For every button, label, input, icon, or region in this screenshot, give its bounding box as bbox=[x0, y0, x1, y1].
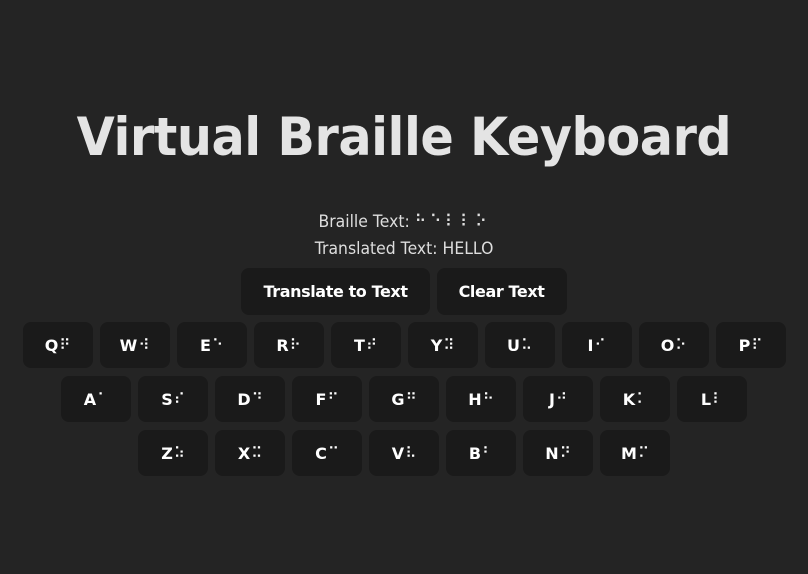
key-letter: N bbox=[545, 443, 559, 463]
key-z[interactable]: Z ⠵ bbox=[138, 430, 208, 476]
key-braille-glyph: ⠽ bbox=[443, 336, 455, 354]
translate-button[interactable]: Translate to Text bbox=[241, 268, 430, 315]
key-braille-glyph: ⠁ bbox=[97, 390, 109, 408]
key-braille-glyph: ⠝ bbox=[559, 444, 571, 462]
keyboard-row-1: Q ⠟ W ⠺ E ⠑ R ⠗ T ⠞ Y ⠽ U ⠥ I ⠊ O ⠕ P ⠏ bbox=[22, 322, 786, 368]
key-braille-glyph: ⠑ bbox=[211, 336, 223, 354]
key-braille-glyph: ⠺ bbox=[138, 336, 150, 354]
key-letter: U bbox=[507, 335, 520, 355]
key-s[interactable]: S ⠎ bbox=[138, 376, 208, 422]
key-m[interactable]: M ⠍ bbox=[600, 430, 670, 476]
key-letter: S bbox=[161, 389, 173, 409]
key-braille-glyph: ⠋ bbox=[327, 390, 339, 408]
key-braille-glyph: ⠞ bbox=[365, 336, 377, 354]
key-braille-glyph: ⠕ bbox=[675, 336, 687, 354]
key-letter: Q bbox=[44, 335, 59, 355]
key-r[interactable]: R ⠗ bbox=[253, 322, 324, 368]
key-braille-glyph: ⠧ bbox=[405, 444, 417, 462]
braille-text-display: Braille Text: ⠓⠑⠇⠇⠕ bbox=[318, 209, 490, 236]
key-h[interactable]: H ⠓ bbox=[446, 376, 516, 422]
key-l[interactable]: L ⠇ bbox=[677, 376, 747, 422]
key-k[interactable]: K ⠅ bbox=[600, 376, 670, 422]
key-letter: M bbox=[621, 443, 637, 463]
key-letter: D bbox=[237, 389, 251, 409]
key-braille-glyph: ⠛ bbox=[405, 390, 417, 408]
key-letter: R bbox=[276, 335, 289, 355]
key-braille-glyph: ⠎ bbox=[173, 390, 185, 408]
key-b[interactable]: B ⠃ bbox=[446, 430, 516, 476]
key-letter: Y bbox=[430, 335, 443, 355]
key-letter: K bbox=[622, 389, 636, 409]
key-letter: I bbox=[587, 335, 594, 355]
key-letter: C bbox=[315, 443, 327, 463]
keyboard-row-3: Z ⠵ X ⠭ C ⠉ V ⠧ B ⠃ N ⠝ M ⠍ bbox=[138, 430, 670, 476]
key-braille-glyph: ⠃ bbox=[482, 444, 494, 462]
key-letter: E bbox=[200, 335, 211, 355]
translated-text-value: HELLO bbox=[442, 239, 494, 259]
keyboard-row-2: A ⠁ S ⠎ D ⠙ F ⠋ G ⠛ H ⠓ J ⠚ K ⠅ L ⠇ bbox=[61, 376, 747, 422]
key-t[interactable]: T ⠞ bbox=[330, 322, 401, 368]
key-braille-glyph: ⠗ bbox=[289, 336, 301, 354]
key-i[interactable]: I ⠊ bbox=[561, 322, 632, 368]
key-n[interactable]: N ⠝ bbox=[523, 430, 593, 476]
key-d[interactable]: D ⠙ bbox=[215, 376, 285, 422]
page-title: Virtual Braille Keyboard bbox=[76, 107, 732, 168]
key-braille-glyph: ⠟ bbox=[59, 336, 71, 354]
key-letter: V bbox=[391, 443, 405, 463]
key-braille-glyph: ⠭ bbox=[251, 444, 263, 462]
key-letter: G bbox=[391, 389, 405, 409]
key-braille-glyph: ⠙ bbox=[251, 390, 263, 408]
clear-button[interactable]: Clear Text bbox=[436, 268, 567, 315]
key-letter: O bbox=[660, 335, 675, 355]
key-letter: L bbox=[700, 389, 712, 409]
key-j[interactable]: J ⠚ bbox=[523, 376, 593, 422]
translated-text-display: Translated Text: HELLO bbox=[315, 236, 494, 263]
key-x[interactable]: X ⠭ bbox=[215, 430, 285, 476]
braille-text-value: ⠓⠑⠇⠇⠕ bbox=[414, 212, 490, 232]
key-letter: X bbox=[237, 443, 251, 463]
key-letter: J bbox=[549, 389, 555, 409]
controls: Translate to Text Clear Text bbox=[241, 268, 567, 315]
key-braille-glyph: ⠉ bbox=[327, 444, 339, 462]
key-f[interactable]: F ⠋ bbox=[292, 376, 362, 422]
key-letter: F bbox=[315, 389, 327, 409]
key-q[interactable]: Q ⠟ bbox=[22, 322, 93, 368]
key-braille-glyph: ⠊ bbox=[594, 336, 606, 354]
key-braille-glyph: ⠓ bbox=[482, 390, 494, 408]
key-a[interactable]: A ⠁ bbox=[61, 376, 131, 422]
app: Virtual Braille Keyboard Braille Text: ⠓… bbox=[0, 0, 808, 574]
braille-text-label: Braille Text: bbox=[318, 212, 410, 232]
key-braille-glyph: ⠇ bbox=[712, 390, 724, 408]
key-c[interactable]: C ⠉ bbox=[292, 430, 362, 476]
key-letter: Z bbox=[161, 443, 173, 463]
key-braille-glyph: ⠵ bbox=[173, 444, 185, 462]
key-o[interactable]: O ⠕ bbox=[638, 322, 709, 368]
key-v[interactable]: V ⠧ bbox=[369, 430, 439, 476]
key-braille-glyph: ⠍ bbox=[637, 444, 649, 462]
key-y[interactable]: Y ⠽ bbox=[407, 322, 478, 368]
key-u[interactable]: U ⠥ bbox=[484, 322, 555, 368]
braille-keyboard: Q ⠟ W ⠺ E ⠑ R ⠗ T ⠞ Y ⠽ U ⠥ I ⠊ O ⠕ P ⠏ A ⠁ S ⠎ D ⠙ F ⠋ G ⠛ H ⠓ J ⠚ K ⠅ L ⠇ … bbox=[22, 322, 786, 476]
translated-text-label: Translated Text: bbox=[314, 239, 438, 259]
key-p[interactable]: P ⠏ bbox=[715, 322, 786, 368]
key-letter: W bbox=[119, 335, 138, 355]
key-braille-glyph: ⠅ bbox=[636, 390, 648, 408]
key-letter: P bbox=[738, 335, 751, 355]
key-letter: H bbox=[468, 389, 482, 409]
key-letter: T bbox=[354, 335, 365, 355]
key-letter: A bbox=[83, 389, 97, 409]
key-w[interactable]: W ⠺ bbox=[99, 322, 170, 368]
key-g[interactable]: G ⠛ bbox=[369, 376, 439, 422]
key-braille-glyph: ⠥ bbox=[521, 336, 532, 354]
key-e[interactable]: E ⠑ bbox=[176, 322, 247, 368]
key-braille-glyph: ⠚ bbox=[555, 390, 567, 408]
key-braille-glyph: ⠏ bbox=[751, 336, 763, 354]
key-letter: B bbox=[468, 443, 482, 463]
